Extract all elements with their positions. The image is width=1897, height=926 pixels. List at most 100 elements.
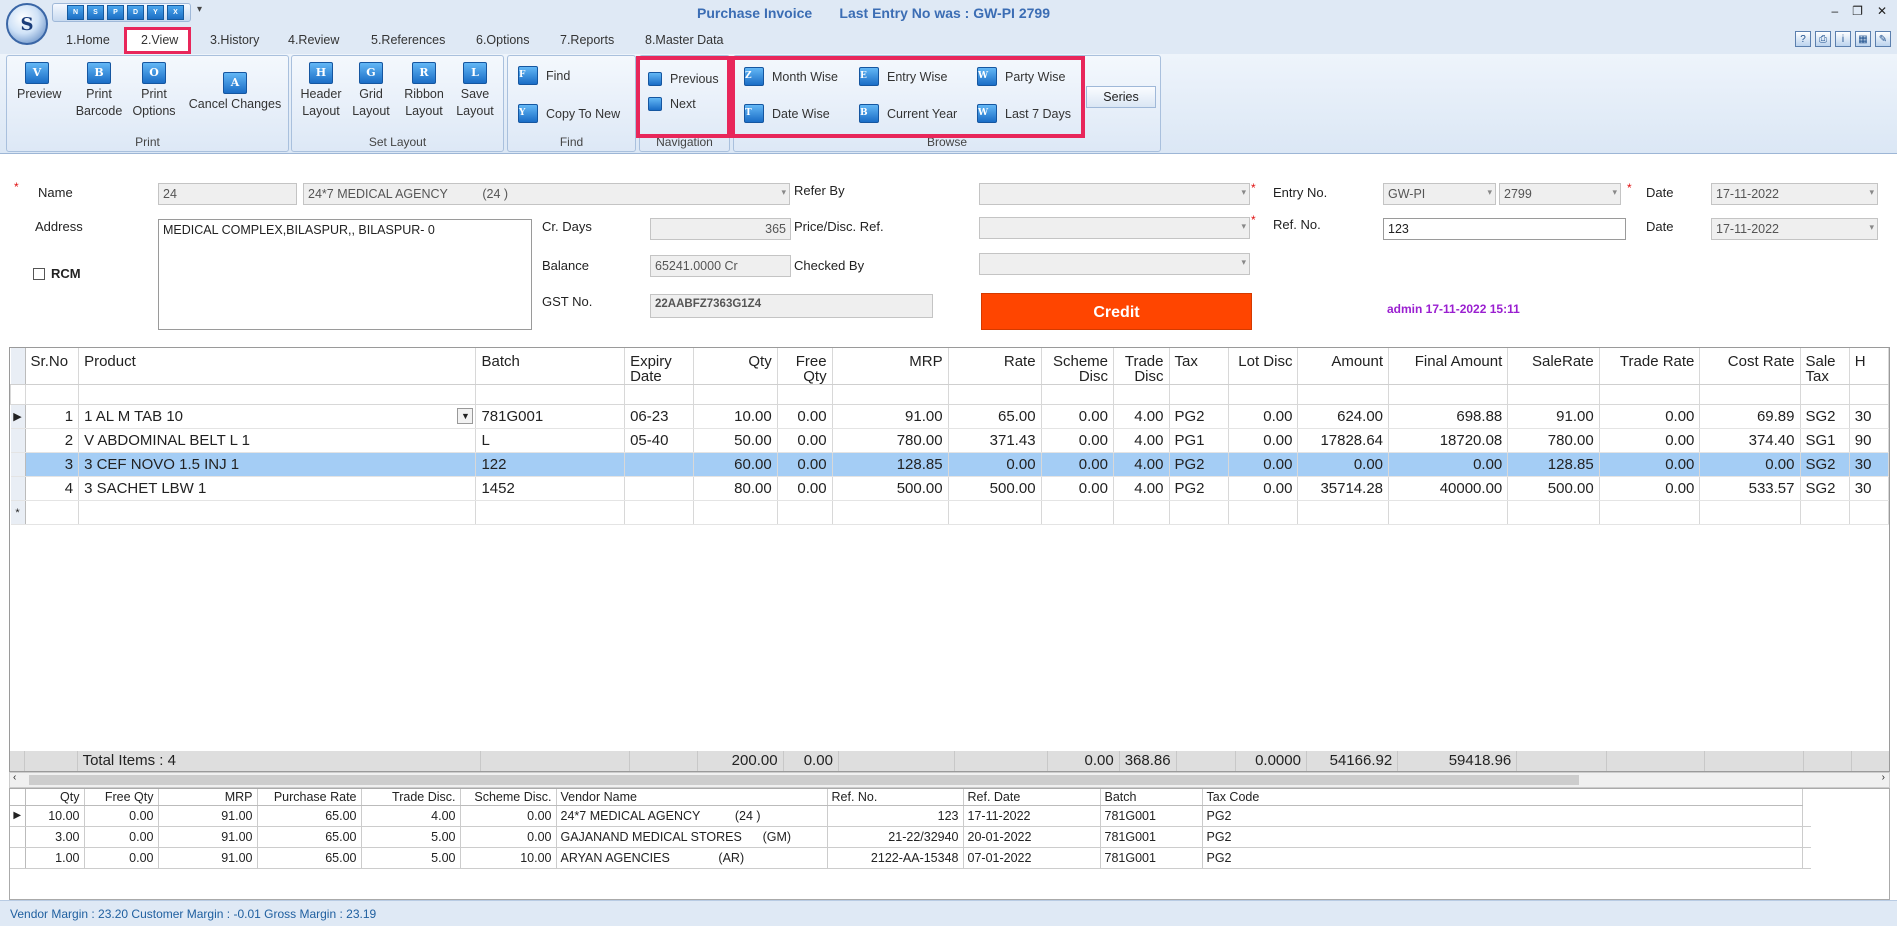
copy-to-new-button[interactable]: Y Copy To New: [518, 104, 620, 123]
column-header[interactable]: Product: [78, 348, 477, 385]
filter-cell[interactable]: [24, 384, 80, 405]
settings-icon[interactable]: ✎: [1875, 31, 1891, 47]
grid-cell[interactable]: 65.00: [948, 404, 1042, 429]
history-cell[interactable]: PG2: [1202, 847, 1803, 869]
preview-button[interactable]: V Preview: [17, 62, 61, 103]
grid-cell[interactable]: 30: [1849, 404, 1889, 429]
filter-cell[interactable]: [1598, 384, 1701, 405]
grid-cell[interactable]: 371.43: [948, 428, 1042, 453]
history-cell[interactable]: 65.00: [257, 805, 362, 827]
row-header[interactable]: [10, 476, 26, 501]
column-header[interactable]: Trade Disc: [1113, 348, 1170, 385]
filter-cell[interactable]: [1040, 384, 1115, 405]
app-logo-icon[interactable]: S: [6, 3, 48, 45]
grid-cell[interactable]: [1849, 500, 1889, 525]
column-header[interactable]: Sale Tax: [1800, 348, 1850, 385]
grid-cell[interactable]: 0.00: [1388, 452, 1509, 477]
entry-series-select[interactable]: GW-PI ▾: [1383, 183, 1496, 205]
grid-cell[interactable]: [78, 500, 477, 525]
column-header[interactable]: MRP: [832, 348, 949, 385]
grid-cell[interactable]: 80.00: [693, 476, 778, 501]
table-row[interactable]: 2V ABDOMINAL BELT L 1 L 05-40 50.00 0.00 780.…: [10, 428, 1889, 453]
history-column-header[interactable]: MRP: [158, 789, 258, 806]
history-cell[interactable]: 5.00: [361, 847, 461, 869]
grid-cell[interactable]: 128.85: [832, 452, 949, 477]
ref-no-field[interactable]: 123: [1383, 218, 1626, 240]
grid-cell[interactable]: PG2: [1169, 452, 1229, 477]
history-column-header[interactable]: Tax Code: [1202, 789, 1803, 806]
history-row[interactable]: 1.00 0.00 91.00 65.00 5.00 10.00 ARYAN AGENCIE…: [10, 847, 1811, 869]
grid-cell[interactable]: 780.00: [832, 428, 949, 453]
filter-cell[interactable]: [692, 384, 778, 405]
scrollbar-thumb[interactable]: [29, 775, 1579, 785]
row-header[interactable]: [10, 428, 26, 453]
history-cell[interactable]: 0.00: [84, 847, 159, 869]
history-column-header[interactable]: Purchase Rate: [257, 789, 362, 806]
chevron-down-icon[interactable]: ▼: [457, 408, 474, 424]
tab-options[interactable]: 6.Options: [476, 33, 530, 47]
history-cell[interactable]: ARYAN AGENCIES (AR): [556, 847, 828, 869]
grid-cell[interactable]: [693, 500, 778, 525]
grid-cell[interactable]: 4.00: [1113, 452, 1170, 477]
history-cell[interactable]: PG2: [1202, 826, 1803, 848]
history-cell[interactable]: 0.00: [460, 826, 557, 848]
grid-cell[interactable]: [1113, 500, 1170, 525]
chevron-down-icon[interactable]: ▾: [1487, 187, 1492, 198]
history-cell[interactable]: 21-22/32940: [827, 826, 964, 848]
ribbon-layout-button[interactable]: R Ribbon Layout: [400, 62, 448, 120]
grid-cell[interactable]: 1: [25, 404, 80, 429]
grid-cell[interactable]: 30: [1849, 476, 1889, 501]
grid-cell[interactable]: 60.00: [693, 452, 778, 477]
minimize-button[interactable]: –: [1831, 4, 1838, 18]
history-column-header[interactable]: Ref. Date: [963, 789, 1101, 806]
column-header[interactable]: Expiry Date: [624, 348, 694, 385]
history-cell[interactable]: 65.00: [257, 826, 362, 848]
filter-cell[interactable]: [1168, 384, 1229, 405]
grid-cell[interactable]: 4: [25, 476, 80, 501]
grid-cell[interactable]: PG2: [1169, 476, 1229, 501]
history-cell[interactable]: 10.00: [25, 805, 85, 827]
grid-cell[interactable]: 0.00: [1228, 428, 1299, 453]
column-header[interactable]: Amount: [1297, 348, 1390, 385]
grid-cell[interactable]: 69.89: [1699, 404, 1801, 429]
grid-cell[interactable]: [25, 500, 80, 525]
tab-home[interactable]: 1.Home: [66, 33, 110, 47]
grid-cell[interactable]: [948, 500, 1042, 525]
table-row[interactable]: ▶ 1 1 AL M TAB 10 ▼ 781G001 06-23 10.00 0.00 91.…: [10, 404, 1889, 429]
address-field[interactable]: MEDICAL COMPLEX,BILASPUR,, BILASPUR- 0: [158, 219, 532, 330]
history-column-header[interactable]: Batch: [1100, 789, 1203, 806]
grid-cell[interactable]: [832, 500, 949, 525]
grid-cell[interactable]: 698.88: [1388, 404, 1509, 429]
entry-number-select[interactable]: 2799 ▾: [1499, 183, 1621, 205]
cr-days-field[interactable]: 365: [650, 218, 791, 240]
history-column-header[interactable]: Free Qty: [84, 789, 159, 806]
grid-cell[interactable]: 3 CEF NOVO 1.5 INJ 1: [78, 452, 477, 477]
history-cell[interactable]: 17-11-2022: [963, 805, 1101, 827]
header-layout-button[interactable]: H Header Layout: [298, 62, 344, 120]
history-cell[interactable]: PG2: [1202, 805, 1803, 827]
chevron-down-icon[interactable]: ▾: [1612, 187, 1617, 198]
grid-cell[interactable]: PG1: [1169, 428, 1229, 453]
filter-cell[interactable]: [1388, 384, 1509, 405]
history-cell[interactable]: 07-01-2022: [963, 847, 1101, 869]
grid-layout-button[interactable]: G Grid Layout: [349, 62, 393, 120]
history-cell[interactable]: 781G001: [1100, 847, 1203, 869]
grid-cell[interactable]: 17828.64: [1297, 428, 1390, 453]
table-row[interactable]: 33 CEF NOVO 1.5 INJ 1 122 60.00 0.00 128.85 0…: [10, 452, 1889, 477]
column-header[interactable]: H: [1849, 348, 1889, 385]
grid-cell[interactable]: 06-23: [624, 404, 694, 429]
series-button[interactable]: Series: [1086, 86, 1156, 108]
history-cell[interactable]: 0.00: [84, 826, 159, 848]
chevron-down-icon[interactable]: ▾: [1869, 187, 1874, 198]
grid-cell[interactable]: [1041, 500, 1115, 525]
printer-icon[interactable]: ⎙: [1815, 31, 1831, 47]
grid-cell[interactable]: 780.00: [1507, 428, 1600, 453]
grid-cell[interactable]: 0.00: [1599, 452, 1701, 477]
rcm-checkbox[interactable]: [33, 268, 45, 280]
column-header[interactable]: Scheme Disc: [1041, 348, 1115, 385]
grid-cell[interactable]: 2: [25, 428, 80, 453]
history-cell[interactable]: 0.00: [460, 805, 557, 827]
grid-cell[interactable]: [777, 500, 833, 525]
grid-cell[interactable]: 0.00: [1041, 428, 1115, 453]
refer-by-select[interactable]: ▾: [979, 183, 1250, 205]
